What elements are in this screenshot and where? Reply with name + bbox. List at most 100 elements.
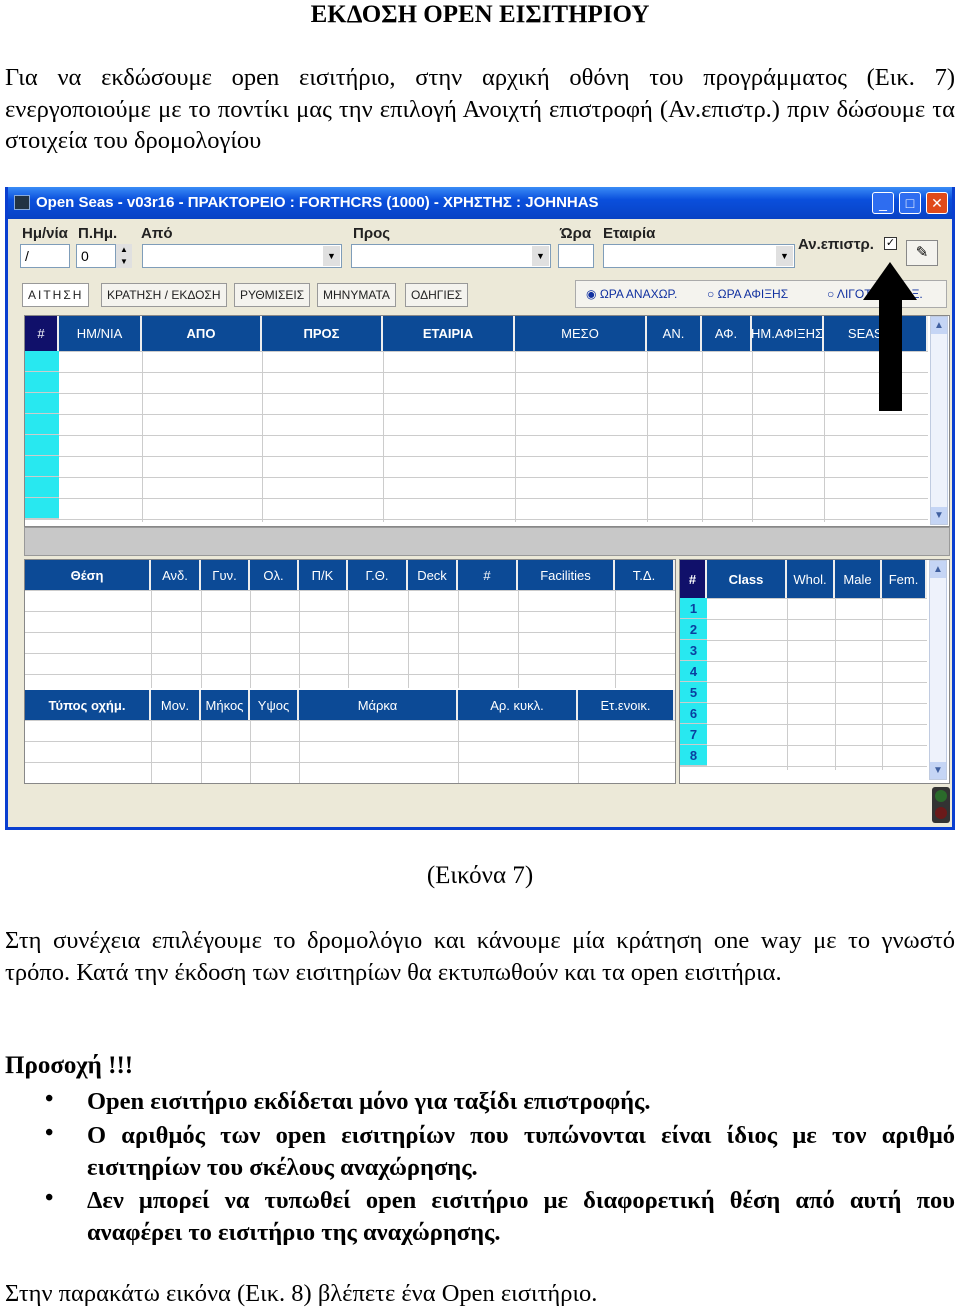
maximize-button[interactable]: □ [899,192,921,214]
class-col-male[interactable]: Male [835,560,882,598]
close-button[interactable]: ✕ [926,192,948,214]
company-select[interactable]: ▼ [603,244,795,268]
vehicle-col-type[interactable]: Τύπος οχήμ. [25,690,151,720]
vehicle-col-plate[interactable]: Αρ. κυκλ. [458,690,578,720]
seats-col-td[interactable]: Τ.Δ. [615,560,675,590]
chevron-down-icon: ▼ [776,246,793,266]
arrow-up-icon [863,262,917,300]
class-row-number[interactable]: 7 [680,724,707,745]
seats-col-hash[interactable]: # [458,560,518,590]
class-col-class[interactable]: Class [707,560,787,598]
class-col-hash[interactable]: # [680,560,707,598]
routes-col-hash[interactable]: # [25,316,59,351]
row-markers [25,351,59,519]
class-row-number[interactable]: 8 [680,745,707,766]
separator-bar [24,527,950,556]
tab-messages[interactable]: ΜΗΝΥΜΑΤΑ [317,283,396,307]
seats-grid: Θέση Ανδ. Γυν. Ολ. Π/Κ Γ.Θ. Deck # Facil… [24,559,676,784]
seats-col-pk[interactable]: Π/Κ [299,560,348,590]
vehicle-col-brand[interactable]: Μάρκα [299,690,458,720]
bullet-icon: • [45,1120,54,1146]
class-rows[interactable]: 1 2 3 4 5 6 7 8 [680,598,927,770]
bullet-item: Ο αριθμός των open εισιτηρίων που τυπώνο… [87,1122,955,1181]
seats-col-deck[interactable]: Deck [408,560,458,590]
routes-col-arr[interactable]: ΑΦ. [702,316,752,351]
routes-col-season[interactable]: SEASON [824,316,928,351]
window-title: Open Seas - v03r16 - ΠΡΑΚΤΟΡΕΙΟ : FORTHC… [36,194,599,211]
class-grid: # Class Whol. Male Fem. 1 2 3 4 5 6 7 8 … [679,559,950,784]
status-lights [932,787,950,823]
vehicle-col-rental[interactable]: Ετ.ενοικ. [578,690,675,720]
sort-departure-label: ΩΡΑ ΑΝΑΧΩΡ. [599,287,678,301]
routes-col-arrival-date[interactable]: ΗΜ.ΑΦΙΞΗΣ [751,316,824,351]
green-light-icon [935,790,947,802]
time-input[interactable] [558,244,594,268]
seats-col-facilities[interactable]: Facilities [518,560,615,590]
scroll-down-icon[interactable]: ▼ [931,507,947,524]
to-select[interactable]: ▼ [351,244,551,268]
sort-departure-radio[interactable]: ◉ ΩΡΑ ΑΝΑΧΩΡ. [586,287,677,301]
routes-col-company[interactable]: ΕΤΑΙΡΙΑ [383,316,515,351]
class-row-number[interactable]: 2 [680,619,707,640]
days-input[interactable]: 0 [76,244,116,268]
class-col-whole[interactable]: Whol. [787,560,835,598]
tab-instructions[interactable]: ΟΔΗΓΙΕΣ [405,283,469,307]
sort-arrival-radio[interactable]: ○ ΩΡΑ ΑΦΙΞΗΣ [707,287,788,301]
bullet-icon: • [45,1185,54,1211]
class-row-number[interactable]: 4 [680,661,707,682]
scroll-up-icon[interactable]: ▲ [931,317,947,334]
routes-grid: # ΗΜ/ΝΙΑ ΑΠΟ ΠΡΟΣ ΕΤΑΙΡΙΑ ΜΕΣΟ ΑΝ. ΑΦ. Η… [24,315,950,527]
routes-col-date[interactable]: ΗΜ/ΝΙΑ [59,316,142,351]
tab-booking[interactable]: ΚΡΑΤΗΣΗ / ΕΚΔΟΣΗ [101,283,227,307]
seats-col-women[interactable]: Γυν. [201,560,250,590]
vehicle-col-unit[interactable]: Μον. [151,690,201,720]
chevron-down-icon: ▼ [532,246,549,266]
class-row-number[interactable]: 1 [680,598,707,619]
class-scrollbar[interactable]: ▲ ▼ [929,560,947,780]
class-row-number[interactable]: 5 [680,682,707,703]
attention-heading: Προσοχή !!! [5,1052,134,1079]
chevron-down-icon: ▼ [323,246,340,266]
scroll-up-icon[interactable]: ▲ [930,561,946,578]
vehicle-rows[interactable] [25,720,675,783]
date-label: Ημ/νία [22,225,68,242]
class-col-female[interactable]: Fem. [882,560,927,598]
from-select[interactable]: ▼ [142,244,342,268]
sort-arrival-label: ΩΡΑ ΑΦΙΞΗΣ [717,287,789,301]
bullet-icon: • [45,1086,54,1112]
routes-col-to[interactable]: ΠΡΟΣ [262,316,383,351]
app-icon [14,195,30,210]
arrow-shaft [879,297,902,411]
date-input[interactable]: / [20,244,70,268]
to-label: Προς [353,225,391,242]
seats-rows[interactable] [25,590,675,688]
scroll-down-icon[interactable]: ▼ [930,762,946,779]
class-row-number[interactable]: 3 [680,640,707,661]
days-label: Π.Ημ. [78,225,118,242]
seats-col-men[interactable]: Ανδ. [151,560,201,590]
figure-caption: (Εικόνα 7) [426,862,534,889]
bullet-item: Δεν μπορεί να τυπωθεί open εισιτήριο με … [87,1187,955,1246]
from-label: Από [141,225,173,242]
vehicle-col-height[interactable]: Υψος [250,690,299,720]
vehicle-col-length[interactable]: Μήκος [201,690,250,720]
closing-line: Στην παρακάτω εικόνα (Εικ. 8) βλέπετε έν… [5,1280,598,1307]
routes-col-from[interactable]: ΑΠΟ [142,316,262,351]
document-title: ΕΚΔΟΣΗ OPEN ΕΙΣΙΤΗΡΙΟΥ [310,1,650,28]
seats-col-total[interactable]: Ολ. [250,560,299,590]
minimize-button[interactable]: _ [872,192,894,214]
title-bar: Open Seas - v03r16 - ΠΡΑΚΤΟΡΕΙΟ : FORTHC… [8,187,952,219]
open-return-checkbox[interactable]: ✓ [884,237,897,250]
time-label: Ώρα [560,225,592,242]
routes-col-dep[interactable]: ΑΝ. [647,316,702,351]
open-return-label: Αν.επιστρ. [798,236,874,253]
seats-col-seat[interactable]: Θέση [25,560,151,590]
days-spinner[interactable]: ▲ ▼ [116,244,132,268]
tab-request[interactable]: ΑΙΤΗΣΗ [22,283,90,307]
routes-rows[interactable] [25,351,928,522]
tab-settings[interactable]: ΡΥΘΜΙΣΕΙΣ [234,283,311,307]
routes-scrollbar[interactable]: ▲ ▼ [930,316,948,525]
seats-col-gt[interactable]: Γ.Θ. [348,560,408,590]
class-row-number[interactable]: 6 [680,703,707,724]
routes-col-vessel[interactable]: ΜΕΣΟ [515,316,647,351]
